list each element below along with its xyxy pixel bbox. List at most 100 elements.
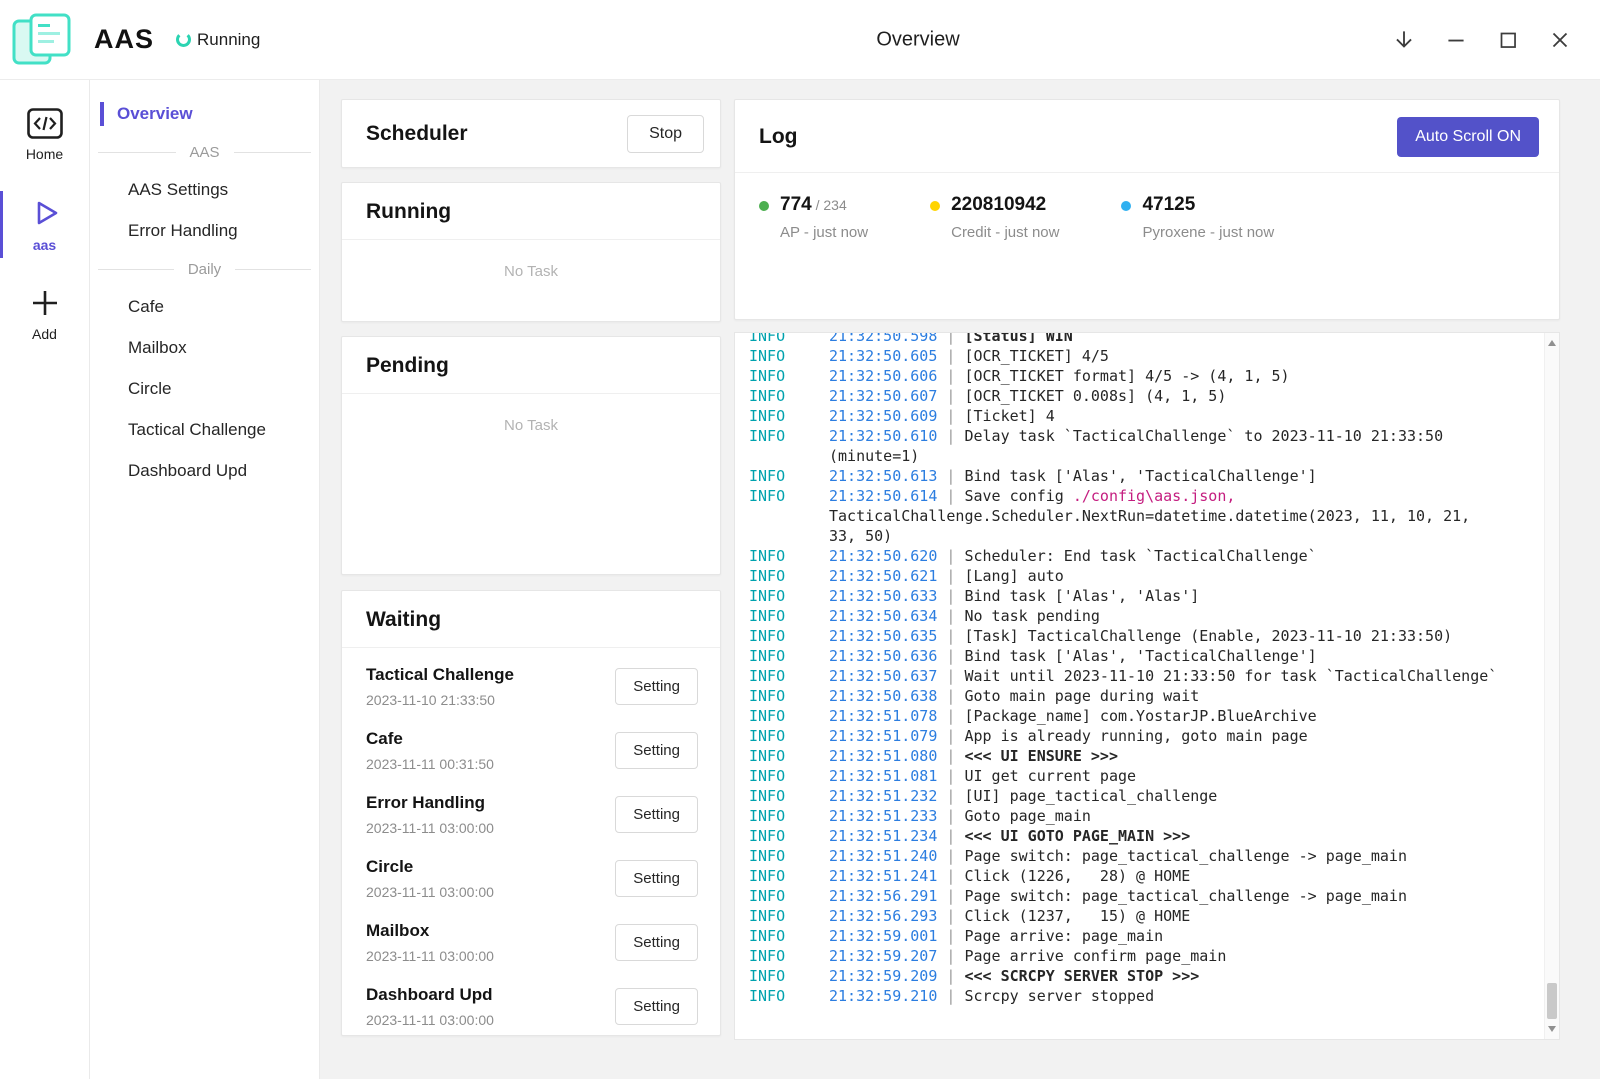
scheduler-stop-button[interactable]: Stop [627,115,704,153]
log-time: 21:32:59.210 [829,987,937,1005]
task-setting-button[interactable]: Setting [615,860,698,897]
rail-item-home[interactable]: Home [0,98,89,172]
log-level: INFO [749,586,829,606]
log-separator: | [937,927,964,945]
scroll-thumb[interactable] [1547,983,1557,1019]
log-time: 21:32:50.598 [829,332,937,345]
log-message: <<< UI GOTO PAGE_MAIN >>> [964,827,1190,845]
log-time: 21:32:51.081 [829,767,937,785]
log-line: INFO21:32:50.620 | Scheduler: End task `… [749,546,1529,566]
task-setting-button[interactable]: Setting [615,988,698,1025]
log-scrollbar[interactable] [1544,333,1559,1039]
scroll-down-button[interactable] [1545,1022,1559,1036]
task-setting-button[interactable]: Setting [615,796,698,833]
log-content: 21:32:56.291 | Page switch: page_tactica… [829,886,1529,906]
log-content: 21:32:51.241 | Click (1226, 28) @ HOME [829,866,1529,886]
task-setting-button[interactable]: Setting [615,924,698,961]
log-content: 21:32:50.607 | [OCR_TICKET 0.008s] (4, 1… [829,386,1529,406]
log-level: INFO [749,606,829,626]
app-window: AAS Running Overview [0,0,1600,1079]
log-level: INFO [749,806,829,826]
log-separator: | [937,727,964,745]
sidebar-item-cafe[interactable]: Cafe [90,287,319,328]
log-line: INFO21:32:50.605 | [OCR_TICKET] 4/5 [749,346,1529,366]
log-message: Save config [964,487,1072,505]
sidebar-item-error-handling[interactable]: Error Handling [90,211,319,252]
update-download-button[interactable] [1386,22,1422,58]
log-content: 21:32:51.081 | UI get current page [829,766,1529,786]
sidebar-section-label: AAS [176,144,234,161]
log-message: Goto main page during wait [964,687,1199,705]
log-message: [UI] page_tactical_challenge [964,787,1217,805]
log-time: 21:32:51.079 [829,727,937,745]
maximize-button[interactable] [1490,22,1526,58]
sidebar-item-dashboard-upd[interactable]: Dashboard Upd [90,451,319,492]
log-level: INFO [749,386,829,406]
log-message: [OCR_TICKET] 4/5 [964,347,1109,365]
log-line: INFO21:32:51.080 | <<< UI ENSURE >>> [749,746,1529,766]
log-content: 21:32:51.240 | Page switch: page_tactica… [829,846,1529,866]
log-separator: | [937,867,964,885]
log-content: 21:32:50.637 | Wait until 2023-11-10 21:… [829,666,1529,686]
log-message: Goto page_main [964,807,1090,825]
sidebar-item-tactical-challenge[interactable]: Tactical Challenge [90,410,319,451]
log-message: ./config\aas.json, [1073,487,1236,505]
task-setting-button[interactable]: Setting [615,732,698,769]
log-content: 21:32:50.614 | Save config ./config\aas.… [829,486,1529,546]
scroll-up-button[interactable] [1545,336,1559,350]
log-separator: | [937,347,964,365]
stat-caption: AP - just now [780,224,868,241]
close-button[interactable] [1542,22,1578,58]
waiting-task-row: Tactical Challenge2023-11-10 21:33:50Set… [366,655,698,719]
log-line: INFO21:32:59.210 | Scrcpy server stopped [749,986,1529,1006]
log-message: Bind task ['Alas', 'TacticalChallenge'] [964,647,1316,665]
app-body: Home aas Add OverviewAASAAS SettingsErro… [0,80,1600,1079]
log-line: INFO21:32:51.241 | Click (1226, 28) @ HO… [749,866,1529,886]
log-level: INFO [749,766,829,786]
plus-icon [29,287,61,319]
log-content: 21:32:56.293 | Click (1237, 15) @ HOME [829,906,1529,926]
log-message: Page switch: page_tactical_challenge -> … [964,887,1407,905]
sidebar-item-overview[interactable]: Overview [90,94,319,135]
scheduler-card: Scheduler Stop [341,99,721,168]
log-message: [Task] TacticalChallenge (Enable, 2023-1… [964,627,1452,645]
waiting-list: Tactical Challenge2023-11-10 21:33:50Set… [342,648,720,1039]
scheduler-column: Scheduler Stop Running No Task Pending N… [341,99,721,1036]
log-separator: | [937,567,964,585]
log-separator: | [937,847,964,865]
stat-caption: Credit - just now [951,224,1059,241]
log-line: INFO21:32:50.613 | Bind task ['Alas', 'T… [749,466,1529,486]
rail-item-aas[interactable]: aas [0,186,89,263]
task-setting-button[interactable]: Setting [615,668,698,705]
sidebar-item-mailbox[interactable]: Mailbox [90,328,319,369]
log-level: INFO [749,566,829,586]
log-line: INFO21:32:56.293 | Click (1237, 15) @ HO… [749,906,1529,926]
stat-value-line: 220810942 [951,194,1059,216]
log-content: 21:32:59.209 | <<< SCRCPY SERVER STOP >>… [829,966,1529,986]
log-separator: | [937,367,964,385]
rail-label-add: Add [32,326,57,342]
waiting-task-info: Dashboard Upd2023-11-11 03:00:00 [366,985,494,1028]
log-line: INFO21:32:59.207 | Page arrive confirm p… [749,946,1529,966]
rail-item-add[interactable]: Add [0,277,89,352]
log-content: 21:32:51.079 | App is already running, g… [829,726,1529,746]
log-line: INFO21:32:51.078 | [Package_name] com.Yo… [749,706,1529,726]
log-level: INFO [749,926,829,946]
log-separator: | [937,427,964,445]
log-content: 21:32:51.233 | Goto page_main [829,806,1529,826]
sidebar-item-aas-settings[interactable]: AAS Settings [90,170,319,211]
pending-header: Pending [342,337,720,394]
log-content: 21:32:59.210 | Scrcpy server stopped [829,986,1529,1006]
log-separator: | [937,547,964,565]
sidebar-item-circle[interactable]: Circle [90,369,319,410]
stat-value: 47125 [1142,194,1195,215]
auto-scroll-toggle[interactable]: Auto Scroll ON [1397,117,1539,157]
log-level: INFO [749,846,829,866]
pending-card: Pending No Task [341,336,721,575]
log-line: INFO21:32:51.079 | App is already runnin… [749,726,1529,746]
minimize-button[interactable] [1438,22,1474,58]
waiting-task-info: Error Handling2023-11-11 03:00:00 [366,793,494,836]
log-card: Log Auto Scroll ON 774 / 234AP - just no… [734,99,1560,320]
log-separator: | [937,827,964,845]
log-time: 21:32:50.613 [829,467,937,485]
